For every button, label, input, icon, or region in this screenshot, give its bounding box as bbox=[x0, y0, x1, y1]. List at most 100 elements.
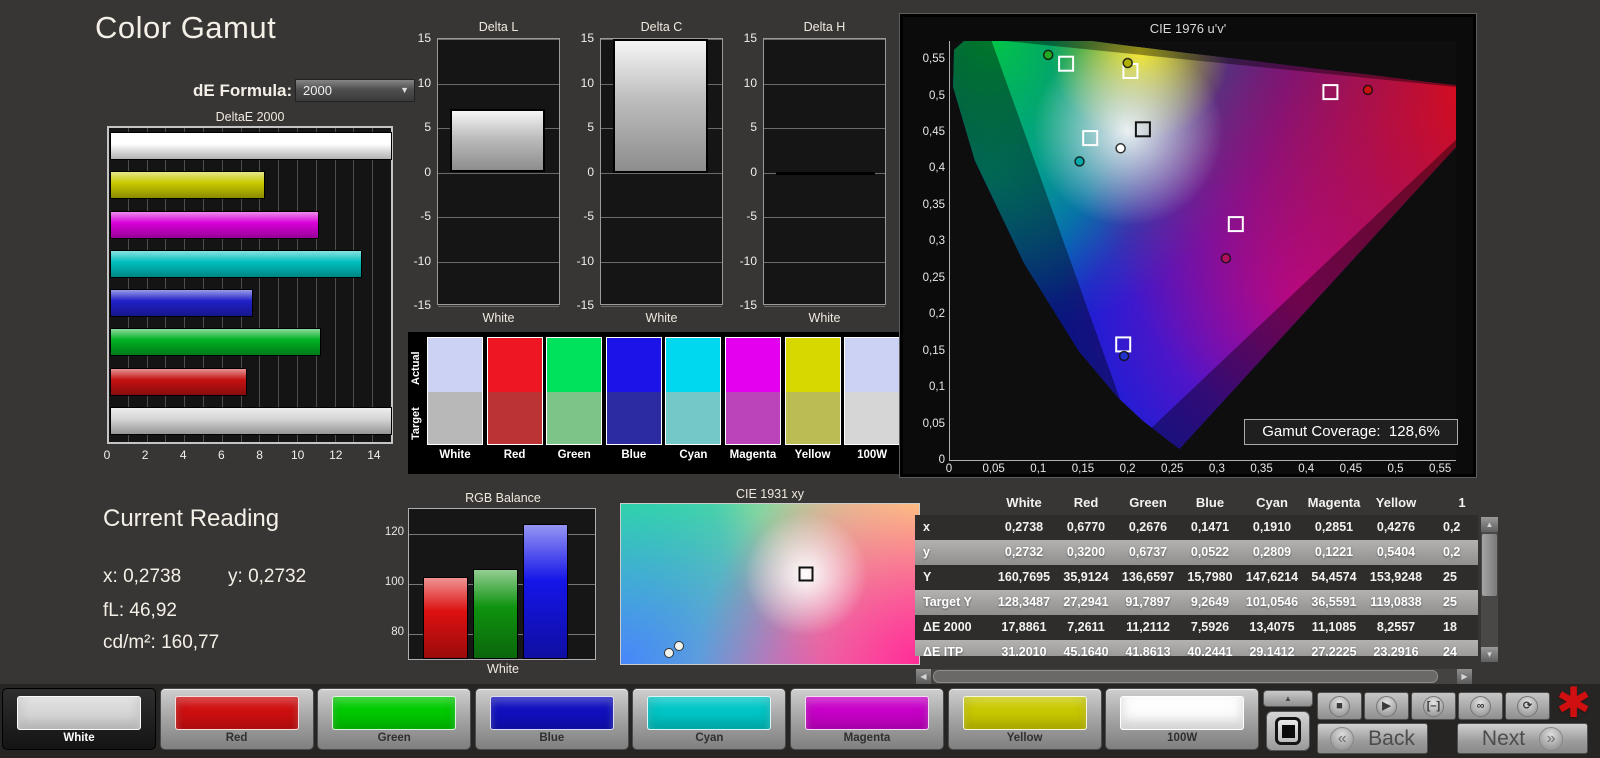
pattern-label: Blue bbox=[539, 732, 565, 744]
pattern-button-yellow[interactable]: Yellow bbox=[947, 688, 1102, 750]
swatch-label: Cyan bbox=[679, 449, 708, 461]
table-header-cell: Blue bbox=[1195, 495, 1225, 510]
table-row-label: x bbox=[915, 515, 993, 540]
pattern-swatch bbox=[174, 696, 299, 730]
table-horizontal-scrollbar[interactable]: ◀ ▶ bbox=[916, 669, 1472, 684]
swatch-label: Yellow bbox=[794, 449, 831, 461]
pattern-button-white[interactable]: White bbox=[2, 688, 156, 750]
delta-y-tick: 0 bbox=[424, 164, 431, 179]
deltae-bar-cyan bbox=[110, 249, 363, 278]
vertical-scroll-thumb[interactable] bbox=[1482, 534, 1497, 596]
delta-y-tick: 10 bbox=[743, 75, 757, 90]
deltae-x-axis: 0 2 4 6 8 10 12 14 bbox=[104, 448, 407, 464]
pattern-button-cyan[interactable]: Cyan bbox=[632, 688, 787, 750]
delta-y-tick: -5 bbox=[746, 209, 757, 223]
table-row-label: Y bbox=[915, 565, 993, 590]
gridline bbox=[601, 172, 722, 174]
pattern-button-red[interactable]: Red bbox=[159, 688, 314, 750]
target-swatch bbox=[547, 392, 602, 444]
table-header-cell: Yellow bbox=[1375, 495, 1417, 510]
collapse-button[interactable]: ▲ bbox=[1263, 690, 1313, 707]
rgb-bar-blue bbox=[523, 524, 568, 659]
pattern-button-blue[interactable]: Blue bbox=[474, 688, 629, 750]
scroll-down-icon[interactable]: ▼ bbox=[1481, 647, 1498, 662]
swatch-box bbox=[724, 337, 781, 445]
pattern-swatch bbox=[805, 696, 929, 730]
target-label: Target bbox=[410, 407, 422, 441]
window-pattern-button[interactable] bbox=[1266, 711, 1310, 751]
table-cell: 0,1221 bbox=[1303, 540, 1365, 565]
gridline bbox=[764, 306, 885, 307]
table-header-cell: 1 bbox=[1458, 495, 1466, 510]
cie76-y-tick: 0,4 bbox=[929, 162, 945, 175]
stop-button[interactable]: ■ bbox=[1317, 692, 1362, 720]
measured-point-white bbox=[1115, 143, 1126, 154]
next-button[interactable]: Next » bbox=[1457, 723, 1588, 754]
cie76-x-tick: 0,55 bbox=[1428, 463, 1452, 475]
actual-swatch bbox=[725, 338, 780, 392]
scroll-up-icon[interactable]: ▲ bbox=[1481, 517, 1498, 532]
delta-y-tick: -15 bbox=[739, 298, 757, 312]
deltae-chart bbox=[107, 126, 393, 444]
gridline bbox=[438, 172, 559, 174]
delta-chart-category: White bbox=[645, 311, 678, 325]
deltae-tick: 10 bbox=[290, 448, 305, 462]
table-vertical-scrollbar[interactable]: ▲ ▼ bbox=[1481, 517, 1498, 662]
play-button[interactable]: ▶ bbox=[1364, 692, 1409, 720]
delta-chart-delta-l bbox=[437, 38, 560, 307]
pattern-button-magenta[interactable]: Magenta bbox=[790, 688, 944, 750]
table-cell: 0,0522 bbox=[1179, 540, 1241, 565]
refresh-button[interactable]: ⟳ bbox=[1505, 692, 1550, 720]
cie76-title: CIE 1976 u'v' bbox=[1149, 21, 1227, 36]
table-cell: 11,1085 bbox=[1303, 615, 1365, 640]
table-header-cell: Cyan bbox=[1256, 495, 1288, 510]
delta-y-tick: 5 bbox=[587, 120, 594, 134]
scroll-left-icon[interactable]: ◀ bbox=[916, 669, 931, 684]
delta-bar-zero bbox=[776, 171, 875, 175]
delta-y-tick: 5 bbox=[424, 120, 431, 134]
delta-chart-delta-c bbox=[600, 38, 723, 307]
swatch-box bbox=[665, 337, 722, 445]
gridline bbox=[764, 128, 885, 129]
deltae-tick: 0 bbox=[103, 448, 111, 462]
table-cell: 91,7897 bbox=[1117, 590, 1179, 615]
cie31-measured-point bbox=[663, 647, 674, 658]
cie76-y-tick: 0,5 bbox=[929, 89, 945, 102]
gridline bbox=[764, 39, 885, 40]
cie31-title: CIE 1931 xy bbox=[735, 487, 805, 501]
delta-y-tick: -15 bbox=[576, 298, 594, 312]
swatch-red: Red bbox=[486, 337, 543, 461]
cie76-x-tick: 0,3 bbox=[1208, 463, 1225, 475]
table-cell: 29,1412 bbox=[1241, 640, 1303, 656]
table-cell: 0,2 bbox=[1427, 540, 1478, 565]
swatch-label: White bbox=[439, 449, 471, 461]
table-cell: 0,2738 bbox=[993, 515, 1055, 540]
scroll-right-icon[interactable]: ▶ bbox=[1457, 669, 1472, 684]
gridline bbox=[278, 128, 280, 442]
gridline bbox=[315, 128, 317, 442]
table-cell: 9,2649 bbox=[1179, 590, 1241, 615]
pattern-button-100w[interactable]: 100W bbox=[1105, 688, 1260, 750]
gamut-coverage-readout: Gamut Coverage: 128,6% bbox=[1244, 419, 1458, 445]
de-formula-dropdown[interactable]: 2000 ▼ bbox=[295, 79, 415, 102]
horizontal-scroll-thumb[interactable] bbox=[933, 670, 1438, 683]
table-header-cell: Magenta bbox=[1307, 495, 1361, 510]
table-cell: 17,8861 bbox=[993, 615, 1055, 640]
table-cell: 13,4075 bbox=[1241, 615, 1303, 640]
target-swatch bbox=[725, 392, 780, 444]
step-button[interactable]: [–] bbox=[1411, 692, 1456, 720]
loop-icon: ∞ bbox=[1470, 695, 1491, 717]
delta-y-tick: 0 bbox=[750, 164, 757, 179]
cie76-x-tick: 0,5 bbox=[1387, 463, 1404, 475]
swatch-white: White bbox=[427, 337, 483, 461]
table-cell: 45,1640 bbox=[1055, 640, 1117, 656]
loop-button[interactable]: ∞ bbox=[1458, 692, 1503, 720]
swatch-box bbox=[844, 337, 901, 445]
table-cell: 0,2851 bbox=[1303, 515, 1365, 540]
target-swatch bbox=[785, 392, 840, 444]
pattern-button-green[interactable]: Green bbox=[317, 688, 472, 750]
swatch-box bbox=[605, 337, 662, 445]
gridline bbox=[438, 39, 559, 40]
table-header-cell: White bbox=[1006, 495, 1042, 510]
back-button[interactable]: « Back bbox=[1317, 723, 1428, 754]
